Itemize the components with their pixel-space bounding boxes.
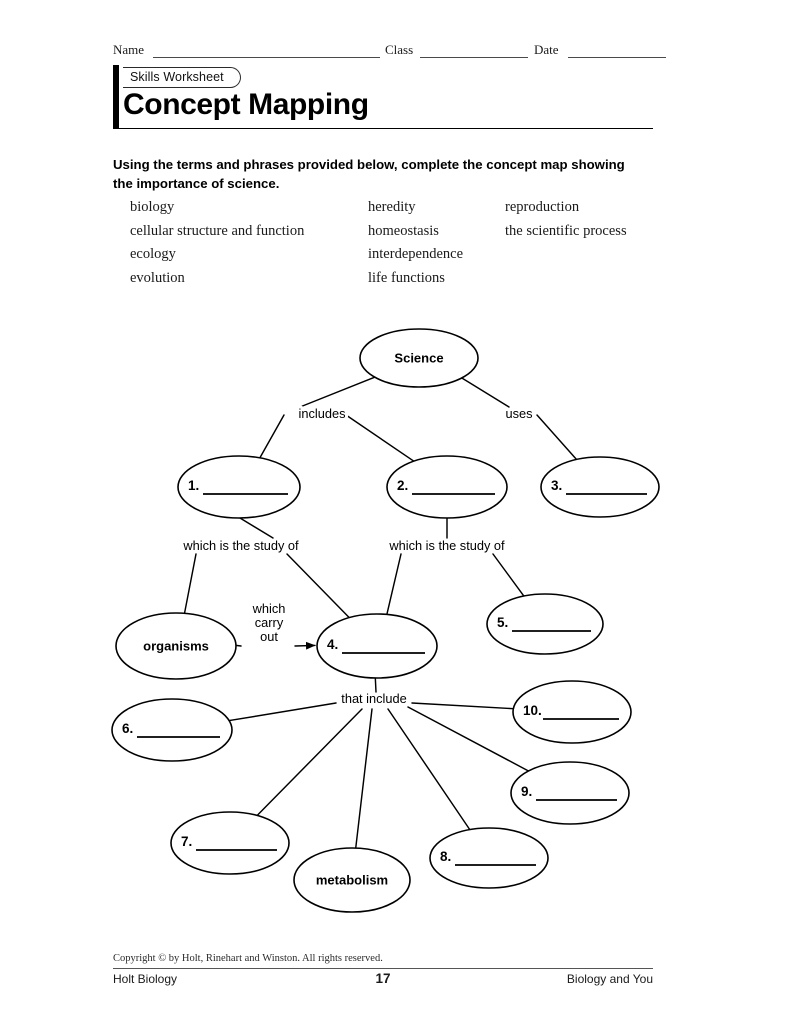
- concept-node-n5[interactable]: 5.: [486, 593, 604, 655]
- node-number: 4.: [327, 637, 338, 652]
- footer-chapter-title: Biology and You: [566, 972, 653, 986]
- concept-node-science: Science: [359, 328, 479, 388]
- map-connector: [407, 706, 530, 772]
- edge-label-text: uses: [505, 406, 532, 421]
- edge-label-text: which is the study of: [388, 538, 505, 553]
- map-connector: [183, 553, 197, 615]
- concept-node-n8[interactable]: 8.: [429, 827, 549, 889]
- concept-node-n1[interactable]: 1.: [177, 455, 301, 519]
- concept-node-n2[interactable]: 2.: [386, 455, 508, 519]
- concept-map-canvas: Science 1. 2. 3. organisms 4. 5. 6. 7. metabolism…: [111, 328, 660, 913]
- edge-label-that-include: that includethat include: [338, 688, 409, 709]
- edge-label-text: carry: [255, 615, 284, 630]
- node-number: 3.: [551, 478, 562, 493]
- edge-label-text: which is the study of: [182, 538, 299, 553]
- map-connector: [294, 641, 316, 650]
- footer-divider: [113, 968, 653, 969]
- map-connector: [386, 553, 402, 616]
- map-connector: [259, 414, 285, 459]
- map-connector: [286, 553, 350, 619]
- concept-node-n10[interactable]: 10.: [512, 680, 632, 744]
- edge-label-text: includes: [299, 406, 346, 421]
- concept-node-n4[interactable]: 4.: [316, 613, 438, 679]
- node-number: 9.: [521, 784, 532, 799]
- map-connector: [256, 708, 363, 817]
- node-label: organisms: [143, 639, 209, 654]
- copyright-text: Copyright © by Holt, Rinehart and Winsto…: [113, 953, 383, 964]
- concept-node-n9[interactable]: 9.: [510, 761, 630, 825]
- map-nodes: Science 1. 2. 3. organisms 4. 5. 6. 7. metabolism…: [111, 328, 660, 913]
- map-connector: [355, 708, 373, 849]
- edge-label-study-of-2: which is the study ofwhich is the study …: [385, 535, 508, 556]
- map-connector: [461, 377, 510, 408]
- map-connector: [411, 702, 515, 710]
- node-label: Science: [394, 351, 443, 366]
- map-connector: [536, 414, 578, 461]
- edge-label-study-of-1: which is the study ofwhich is the study …: [179, 535, 302, 556]
- node-number: 8.: [440, 849, 451, 864]
- concept-node-n7[interactable]: 7.: [170, 811, 290, 875]
- concept-node-n3[interactable]: 3.: [540, 456, 660, 518]
- map-connector: [345, 414, 415, 462]
- node-number: 2.: [397, 478, 408, 493]
- concept-node-n6[interactable]: 6.: [111, 698, 233, 762]
- page-footer: Holt Biology 17 Biology and You: [113, 971, 653, 990]
- node-number: 1.: [188, 478, 199, 493]
- node-number: 10.: [523, 703, 542, 718]
- concept-node-metabolism: metabolism: [293, 847, 411, 913]
- map-connector: [374, 677, 377, 693]
- concept-map: Science 1. 2. 3. organisms 4. 5. 6. 7. metabolism…: [0, 0, 791, 1024]
- node-label: metabolism: [316, 873, 388, 888]
- map-connector: [228, 702, 337, 722]
- map-connector: [387, 708, 471, 831]
- map-connector: [239, 517, 274, 539]
- edge-label-text: that include: [341, 691, 406, 706]
- map-connector: [299, 376, 376, 408]
- edge-label-carry-out: whichwhichcarrycarryoutout: [249, 598, 289, 647]
- worksheet-page: Name Class Date Skills Worksheet Concept…: [0, 0, 791, 1024]
- edge-label-text: out: [260, 629, 278, 644]
- node-number: 5.: [497, 615, 508, 630]
- node-number: 7.: [181, 834, 192, 849]
- node-number: 6.: [122, 721, 133, 736]
- edge-label-uses: usesuses: [502, 403, 535, 424]
- map-connector: [492, 553, 525, 597]
- edge-label-text: which: [252, 601, 286, 616]
- edge-label-includes: includesincludes: [296, 403, 349, 424]
- concept-node-organisms: organisms: [115, 612, 237, 680]
